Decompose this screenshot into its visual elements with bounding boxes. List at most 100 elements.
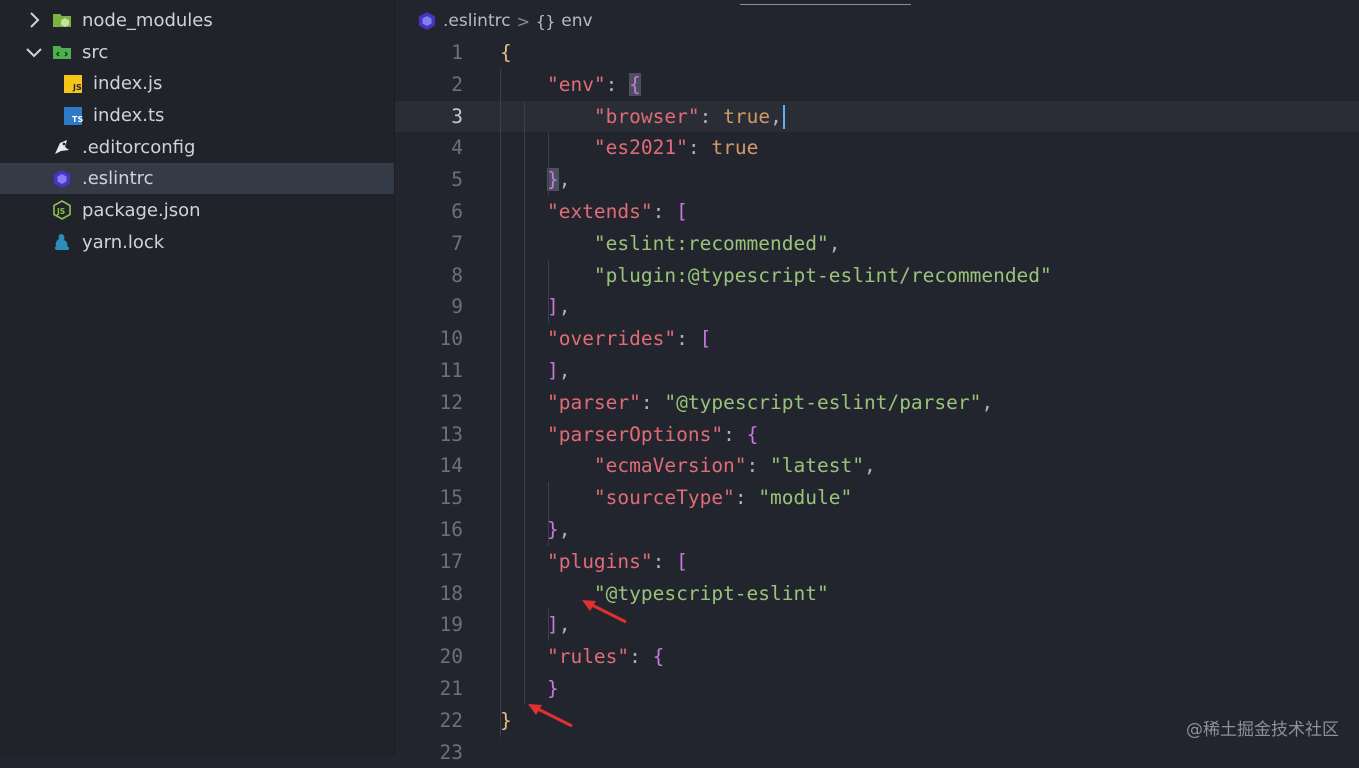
- line-number: 14: [439, 454, 463, 478]
- breadcrumb-symbol[interactable]: env: [561, 11, 592, 31]
- svg-text:TS: TS: [72, 115, 83, 124]
- code-text: "extends": [: [546, 200, 688, 223]
- line-number: 2: [451, 72, 463, 96]
- tree-item-editorconfig[interactable]: .editorconfig: [0, 132, 394, 163]
- line-number: 22: [439, 708, 463, 732]
- tree-item-index-js[interactable]: JS index.js: [0, 68, 394, 99]
- tree-item-src[interactable]: src: [0, 37, 394, 68]
- indent-guide: [548, 259, 549, 324]
- line-number: 11: [439, 359, 463, 382]
- code-text: "browser": true,: [500, 101, 785, 133]
- code-line[interactable]: 5 },: [395, 164, 1359, 196]
- svg-text:JS: JS: [56, 207, 65, 216]
- code-line[interactable]: 6 "extends": [: [395, 196, 1359, 228]
- js-file-icon: JS: [64, 75, 82, 93]
- ts-file-icon: TS: [64, 107, 83, 125]
- annotation-arrow: [582, 600, 627, 624]
- code-line[interactable]: 19 ],: [395, 609, 1359, 641]
- watermark: @稀土掘金技术社区: [1186, 720, 1339, 740]
- line-number: 13: [439, 422, 463, 446]
- eslint-icon: [54, 170, 70, 188]
- code-line[interactable]: 7 "eslint:recommended",: [395, 228, 1359, 260]
- tree-item-package-json[interactable]: JS package.json: [0, 195, 394, 226]
- eslint-icon: [419, 12, 435, 30]
- tree-item-label: src: [82, 42, 109, 63]
- code-text: "@typescript-eslint": [593, 581, 829, 605]
- line-number: 23: [439, 740, 463, 764]
- indent-guide: [548, 132, 549, 196]
- code-text: "eslint:recommended",: [593, 231, 841, 255]
- line-number: 9: [451, 295, 463, 319]
- line-number: 17: [439, 549, 463, 573]
- line-number: 1: [451, 41, 463, 64]
- tree-item-label: .eslintrc: [82, 168, 154, 189]
- chevron-right-icon[interactable]: [24, 10, 44, 30]
- code-line[interactable]: 14 "ecmaVersion": "latest",: [395, 450, 1359, 482]
- tree-item-eslintrc[interactable]: .eslintrc: [0, 163, 394, 194]
- code-line[interactable]: 17 "plugins": [: [395, 546, 1359, 578]
- tab-indicator: [740, 4, 911, 5]
- indent-guide: [548, 482, 549, 546]
- line-number: 10: [439, 327, 463, 351]
- line-number: 19: [439, 613, 463, 637]
- code-line[interactable]: 2 "env": {: [395, 69, 1359, 101]
- code-line[interactable]: 15 "sourceType": "module": [395, 482, 1359, 514]
- annotation-arrow: [528, 704, 573, 728]
- tree-item-index-ts[interactable]: TS index.ts: [0, 100, 394, 131]
- line-number: 15: [439, 486, 463, 510]
- code-line[interactable]: 1{: [395, 37, 1359, 69]
- line-number: 3: [451, 104, 463, 128]
- code-text: }: [500, 708, 512, 732]
- breadcrumb: .eslintrc > {} env: [417, 8, 593, 34]
- code-text: "es2021": true: [593, 136, 759, 160]
- tree-item-node-modules[interactable]: node_modules: [0, 5, 394, 36]
- indent-guide: [500, 68, 501, 737]
- code-line[interactable]: 9 ],: [395, 291, 1359, 323]
- line-number: 21: [439, 677, 463, 700]
- code-text: ],: [546, 295, 571, 319]
- code-text: "overrides": [: [546, 327, 712, 351]
- code-line[interactable]: 12 "parser": "@typescript-eslint/parser"…: [395, 387, 1359, 419]
- code-text: "parser": "@typescript-eslint/parser",: [546, 390, 994, 414]
- indent-guide: [524, 100, 525, 705]
- explorer-sidebar: node_modules src JS index.js TS index.ts: [0, 0, 395, 756]
- svg-text:JS: JS: [72, 83, 82, 92]
- code-line[interactable]: 8 "plugin:@typescript-eslint/recommended…: [395, 260, 1359, 292]
- line-number: 16: [439, 518, 463, 541]
- text-cursor: [782, 105, 785, 130]
- tree-item-yarn-lock[interactable]: yarn.lock: [0, 227, 394, 258]
- nodejs-icon: JS: [53, 200, 71, 220]
- code-line[interactable]: 11 ],: [395, 355, 1359, 387]
- code-line[interactable]: 18 "@typescript-eslint": [395, 578, 1359, 610]
- breadcrumb-file[interactable]: .eslintrc: [443, 11, 511, 31]
- tree-item-label: yarn.lock: [82, 232, 165, 253]
- object-symbol-icon: {}: [535, 11, 556, 31]
- code-line[interactable]: 16 },: [395, 514, 1359, 546]
- line-number: 4: [451, 136, 463, 160]
- tree-item-label: index.js: [93, 73, 163, 94]
- chevron-down-icon[interactable]: [24, 42, 44, 62]
- folder-src-icon: [53, 46, 71, 59]
- code-line[interactable]: 23: [395, 737, 1359, 768]
- line-number: 12: [439, 390, 463, 414]
- code-line[interactable]: 20 "rules": {: [395, 641, 1359, 673]
- code-text: "env": {: [546, 72, 641, 96]
- code-line[interactable]: 3 "browser": true,: [395, 100, 1359, 133]
- code-line[interactable]: 10 "overrides": [: [395, 323, 1359, 355]
- code-text: "ecmaVersion": "latest",: [593, 454, 876, 478]
- line-number: 6: [451, 200, 463, 223]
- line-number: 5: [451, 168, 463, 192]
- indent-guide: [548, 609, 549, 642]
- breadcrumb-separator: >: [516, 11, 530, 31]
- code-line[interactable]: 4 "es2021": true: [395, 132, 1359, 164]
- code-text: },: [546, 168, 571, 192]
- code-text: "sourceType": "module": [593, 486, 853, 510]
- folder-node-icon: [53, 14, 71, 27]
- editorconfig-icon: [55, 140, 69, 154]
- code-editor[interactable]: .eslintrc > {} env 1{2 "env": {3 "browse…: [395, 0, 1359, 764]
- tree-item-label: index.ts: [93, 105, 165, 126]
- tree-item-label: package.json: [82, 200, 201, 221]
- line-number: 7: [451, 231, 463, 255]
- code-line[interactable]: 13 "parserOptions": {: [395, 419, 1359, 451]
- code-text: "plugins": [: [546, 549, 688, 573]
